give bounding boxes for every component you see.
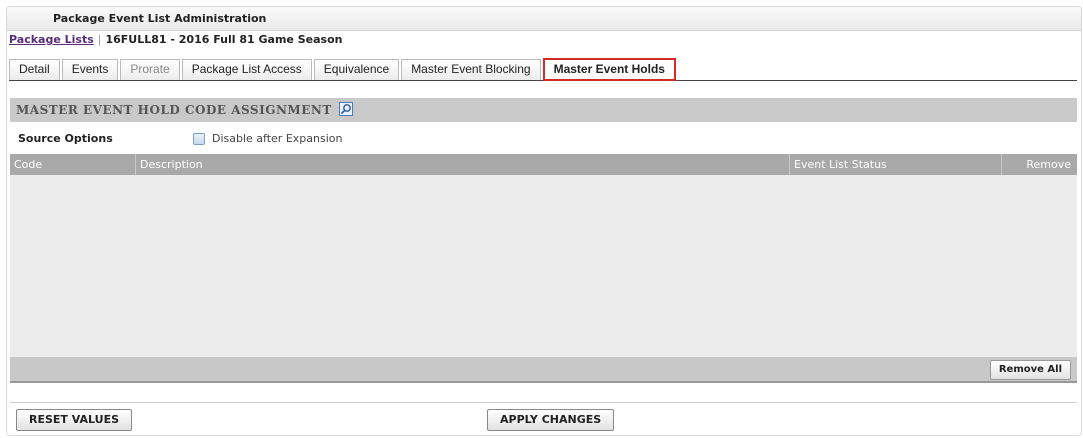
column-header-description[interactable]: Description [136, 154, 790, 175]
tab-prorate[interactable]: Prorate [120, 59, 180, 80]
disable-after-expansion-checkbox[interactable] [193, 133, 205, 145]
remove-all-button[interactable]: Remove All [989, 360, 1071, 380]
tab-package-list-access[interactable]: Package List Access [181, 59, 312, 80]
breadcrumb-link-package-lists[interactable]: Package Lists [9, 33, 94, 46]
section-title: MASTER EVENT HOLD CODE ASSIGNMENT [16, 103, 332, 117]
divider [10, 402, 1077, 403]
column-header-remove[interactable]: Remove [1002, 154, 1077, 175]
breadcrumb: Package Lists | 16FULL81 - 2016 Full 81 Ga… [9, 33, 342, 46]
source-options-row: Source Options Disable after Expansion [10, 127, 1077, 151]
tab-detail[interactable]: Detail [9, 59, 60, 80]
section-header: MASTER EVENT HOLD CODE ASSIGNMENT [10, 98, 1077, 122]
breadcrumb-current: 16FULL81 - 2016 Full 81 Game Season [105, 33, 343, 46]
column-header-code[interactable]: Code [10, 154, 136, 175]
hold-code-grid: Code Description Event List Status Remov… [10, 154, 1077, 383]
tab-master-event-blocking[interactable]: Master Event Blocking [401, 59, 541, 80]
breadcrumb-separator: | [97, 33, 102, 46]
apply-changes-button[interactable]: APPLY CHANGES [487, 409, 615, 431]
tab-bar: Detail Events Prorate Package List Acces… [9, 58, 1077, 81]
tab-events[interactable]: Events [61, 59, 119, 80]
grid-header: Code Description Event List Status Remov… [10, 154, 1077, 175]
panel-title: Package Event List Administration [7, 7, 1081, 31]
grid-footer: Remove All [10, 357, 1077, 383]
column-header-event-list-status[interactable]: Event List Status [790, 154, 1002, 175]
disable-after-expansion-label: Disable after Expansion [212, 132, 343, 145]
tab-equivalence[interactable]: Equivalence [313, 59, 400, 80]
source-options-label: Source Options [18, 132, 113, 145]
reset-values-button[interactable]: RESET VALUES [16, 409, 133, 431]
tab-master-event-holds[interactable]: Master Event Holds [542, 58, 676, 81]
search-icon[interactable] [339, 100, 354, 116]
